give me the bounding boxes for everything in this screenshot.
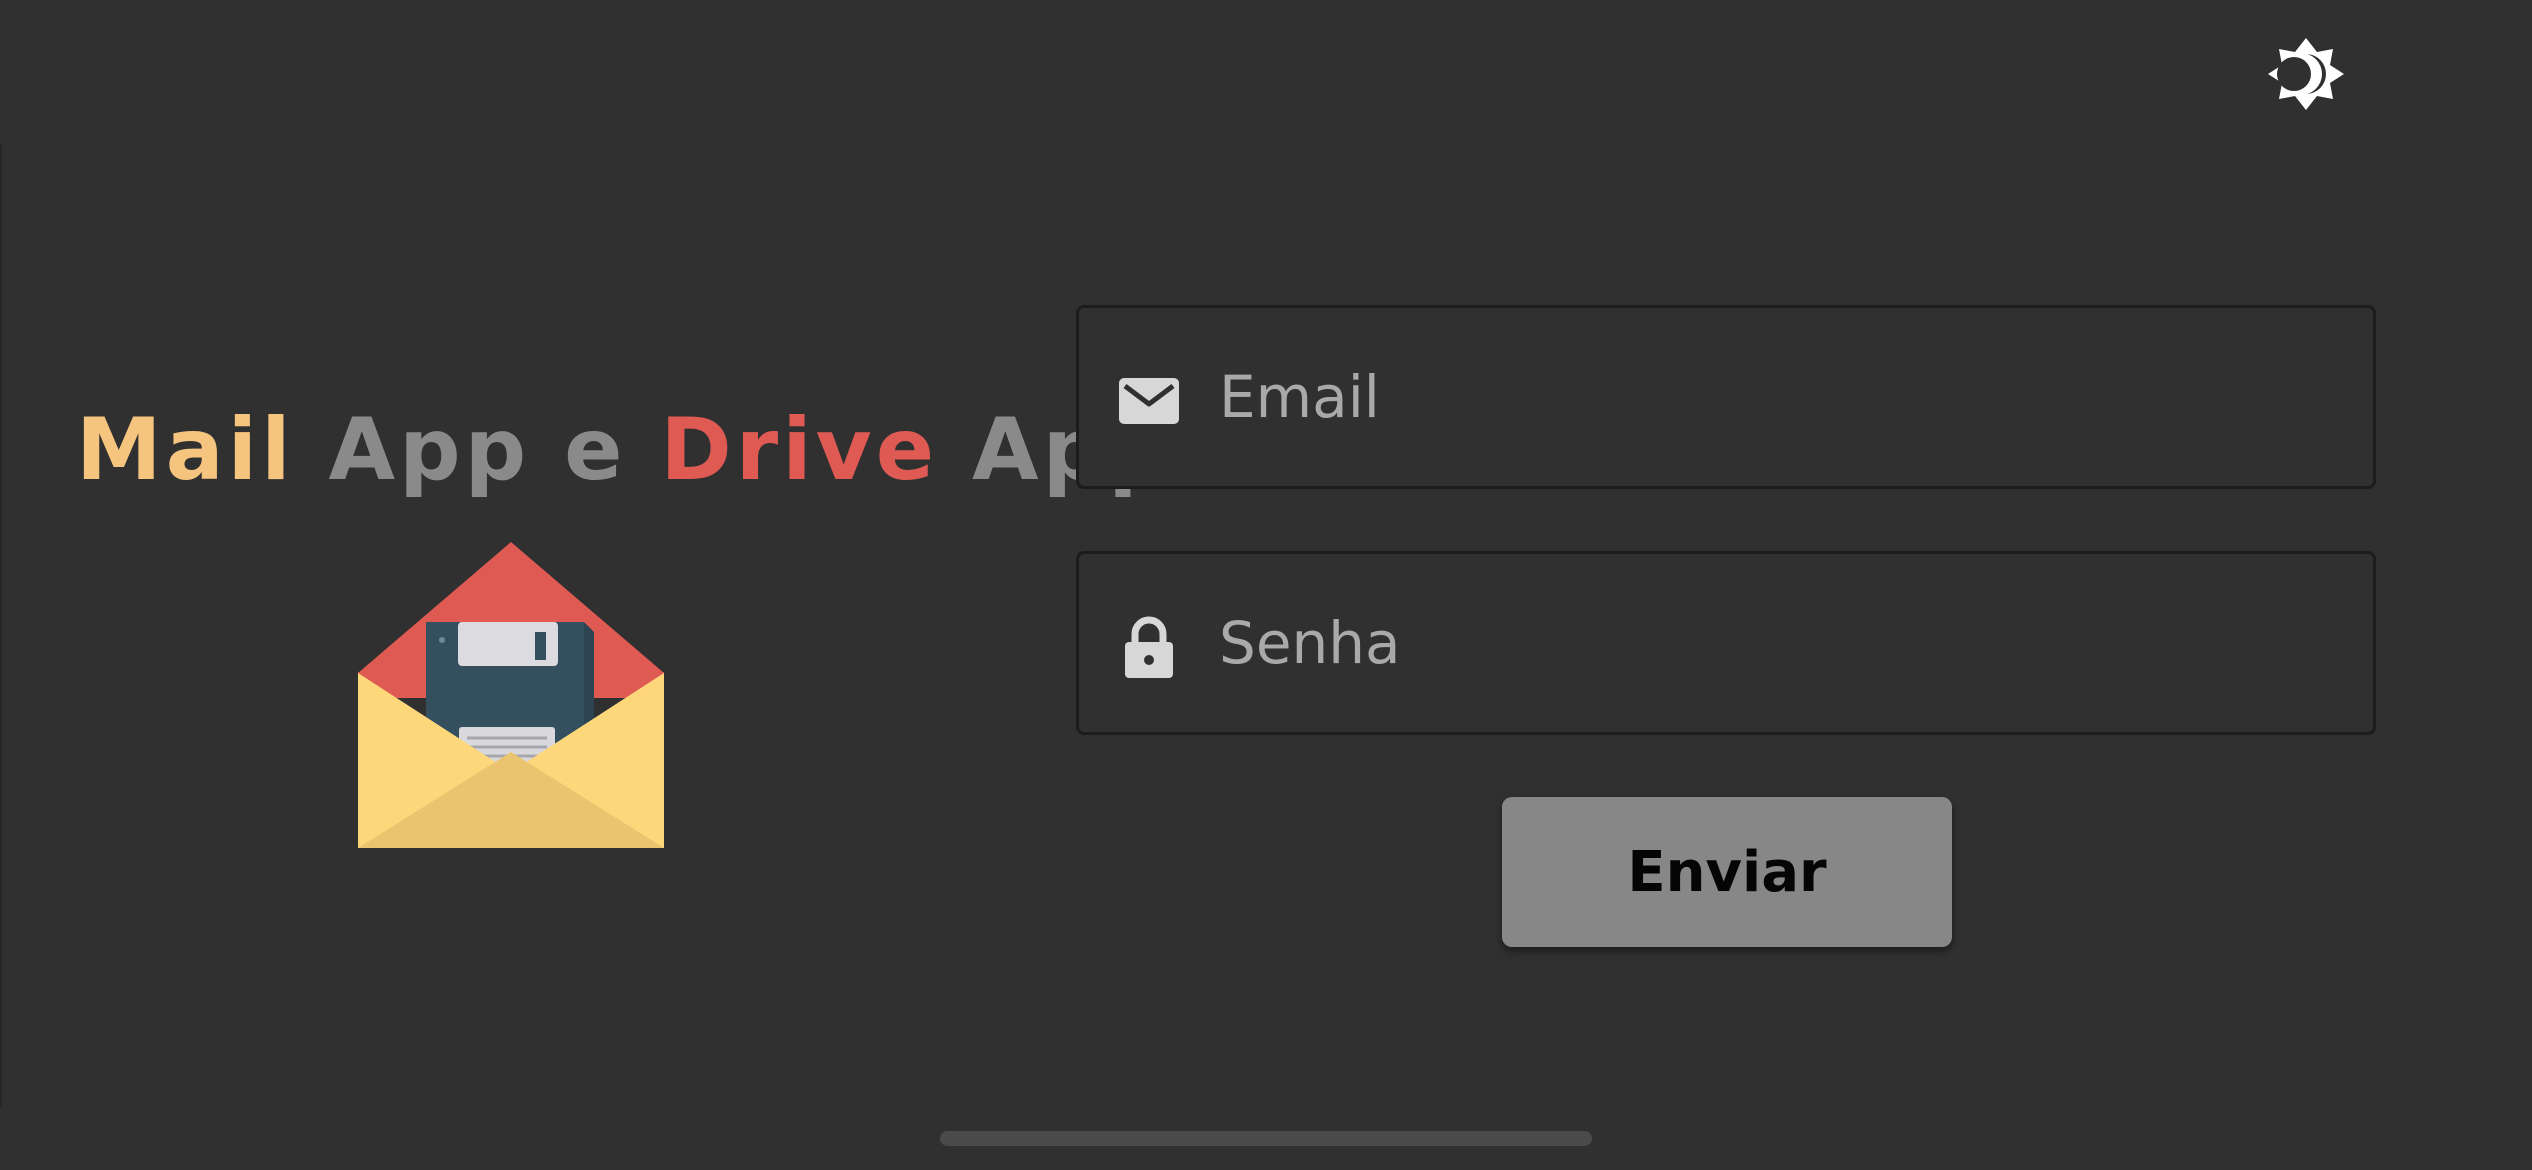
password-input[interactable] (1219, 554, 2339, 732)
title-mail: Mail (76, 400, 295, 500)
home-indicator (940, 1131, 1592, 1146)
envelope-floppy-disk-icon (358, 542, 664, 848)
title-app-e: App e (294, 400, 661, 500)
envelope-icon (1117, 368, 1181, 432)
email-input[interactable] (1219, 308, 2339, 486)
left-edge-divider (0, 145, 2, 1107)
brightness-moon-icon (2268, 38, 2344, 110)
login-screen: Mail App e Drive App Email Enviar (0, 0, 2532, 1170)
title-drive: Drive (660, 400, 939, 500)
email-field[interactable] (1076, 305, 2376, 489)
lock-icon (1117, 614, 1181, 678)
app-title: Mail App e Drive App (76, 400, 1174, 500)
submit-button[interactable]: Enviar (1502, 797, 1952, 947)
theme-toggle-button[interactable] (2268, 36, 2344, 112)
app-logo (358, 540, 664, 850)
password-field[interactable] (1076, 551, 2376, 735)
